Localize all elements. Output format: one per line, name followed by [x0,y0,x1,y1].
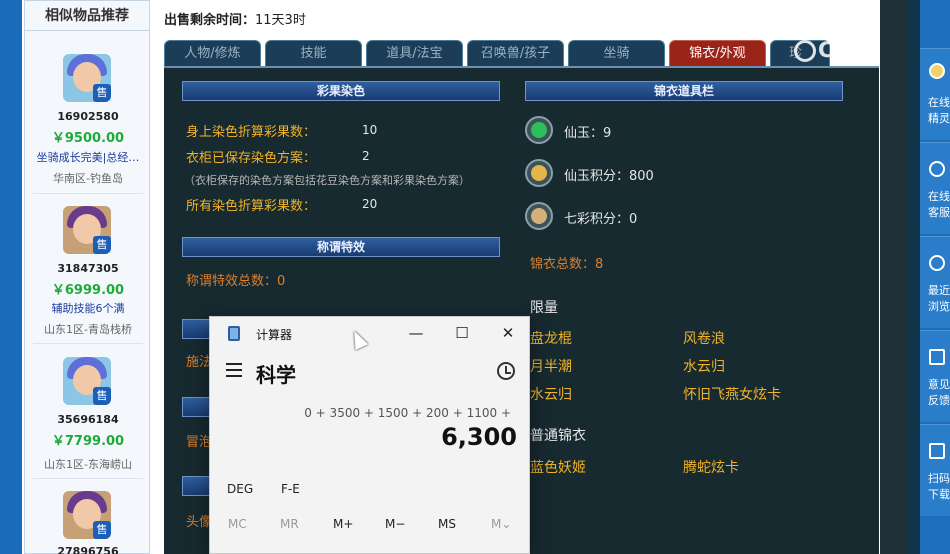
rainbow-points-icon [525,202,553,230]
sale-badge: 售 [93,521,111,539]
tab-skills[interactable]: 技能 [265,40,362,66]
dye-body-value: 10 [362,123,378,137]
item-server: 山东1区-东海崂山 [44,458,132,471]
costume-item: 蓝色妖姬 [530,460,586,476]
edit-icon [929,349,945,365]
divider [33,193,143,194]
online-service-button[interactable]: 在线客服 [920,142,950,234]
fe-button[interactable]: F-E [281,482,300,496]
costume-item: 月半潮 [530,359,572,375]
mc-button[interactable]: MC [228,517,247,531]
item-avatar[interactable]: 售 [63,357,111,405]
tab-bar: 人物/修炼 技能 道具/法宝 召唤兽/孩子 坐骑 锦衣/外观 珍 [164,40,904,66]
clock-icon [929,255,945,271]
calculator-window[interactable]: 计算器 — ☐ ✕ 科学 0 + 3500 + 1500 + 200 + 110… [209,316,530,554]
item-price: ￥6999.00 [51,283,125,298]
similar-items-title: 相似物品推荐 [25,1,149,31]
right-edge-strip [908,0,920,554]
online-fairy-button[interactable]: 在线精灵 [920,48,950,140]
costume-item: 水云归 [530,387,572,403]
dye-note: （衣柜保存的染色方案包括花豆染色方案和彩果染色方案） [184,174,470,187]
calculator-result: 6,300 [441,423,517,451]
minimize-button[interactable]: — [393,317,439,349]
tab-costume[interactable]: 锦衣/外观 [669,40,766,66]
headset-icon [929,161,945,177]
dye-wardrobe-label: 衣柜已保存染色方案： [186,151,317,166]
stream-watermark: CC直播 [794,34,891,64]
jade-icon [525,116,553,144]
scan-icon [929,443,945,459]
calculator-titlebar[interactable]: 计算器 — ☐ ✕ [210,317,529,349]
costume-bar-section-title: 锦衣道具栏 [525,81,843,101]
scan-download-button[interactable]: 扫码下载 [920,424,950,516]
item-desc-link[interactable]: 辅助技能6个满 [25,300,151,316]
similar-items-panel: 相似物品推荐 售 16902580 ￥9500.00 坐骑成长完美|总经… 华南… [24,0,150,554]
costume-item: 风卷浪 [683,331,725,347]
dye-wardrobe-value: 2 [362,149,370,163]
item-server: 华南区-钓鱼岛 [53,172,123,185]
normal-heading: 普通锦衣 [530,428,586,444]
item-avatar[interactable]: 售 [63,491,111,539]
tab-items[interactable]: 道具/法宝 [366,40,463,66]
jade-points-icon [525,159,553,187]
item-id: 35696184 [57,413,119,426]
calculator-title: 计算器 [256,328,293,342]
title-effects-count: 称谓特效总数：0 [186,274,286,289]
limited-heading: 限量 [530,300,558,316]
title-effects-section-title: 称谓特效 [182,237,500,257]
dye-total-label: 所有染色折算彩果数： [186,199,317,214]
sale-timer: 出售剩余时间：11天3时 [164,9,306,28]
timer-label: 出售剩余时间： [164,13,256,28]
costume-item: 怀旧飞燕女炫卡 [683,387,781,403]
fairy-icon [929,63,945,79]
costume-total: 锦衣总数：8 [530,257,604,272]
item-id: 27896756 [57,545,119,554]
history-icon[interactable] [497,362,515,380]
jade-amount: 仙玉：9 [564,126,612,141]
sale-badge: 售 [93,84,111,102]
ms-button[interactable]: MS [438,517,456,531]
sale-badge: 售 [93,236,111,254]
tab-character[interactable]: 人物/修炼 [164,40,261,66]
costume-item: 盘龙棍 [530,331,572,347]
item-desc-link[interactable]: 坐骑成长完美|总经… [25,149,151,165]
memory-list-button[interactable]: M⌄ [491,517,511,531]
jade-points-amount: 仙玉积分：800 [564,169,654,184]
dye-section-title: 彩果染色 [182,81,500,101]
timer-value: 11天3时 [255,13,306,28]
item-id: 16902580 [57,110,119,123]
divider [33,478,143,479]
sale-badge: 售 [93,387,111,405]
cc-logo-icon [794,40,816,62]
tab-mounts[interactable]: 坐骑 [568,40,665,66]
hamburger-menu-icon[interactable] [226,363,242,377]
item-price: ￥9500.00 [51,131,125,146]
item-price: ￥7799.00 [51,434,125,449]
recent-browse-button[interactable]: 最近浏览 [920,236,950,328]
calculator-mode-title: 科学 [256,363,296,387]
item-avatar[interactable]: 售 [63,206,111,254]
costume-item: 腾蛇炫卡 [683,460,739,476]
page-scroll-area [880,0,908,554]
m-plus-button[interactable]: M+ [333,517,353,531]
tab-pets[interactable]: 召唤兽/孩子 [467,40,564,66]
dye-body-label: 身上染色折算彩果数： [186,125,317,140]
calculator-expression: 0 + 3500 + 1500 + 200 + 1100 + [304,406,511,420]
dye-total-value: 20 [362,197,378,211]
m-minus-button[interactable]: M− [385,517,405,531]
divider [33,343,143,344]
left-edge-strip [0,0,22,554]
costume-item: 水云归 [683,359,725,375]
feedback-button[interactable]: 意见反馈 [920,330,950,422]
service-sidebar: 在线精灵 在线客服 最近浏览 意见反馈 扫码下载 [920,0,950,554]
item-id: 31847305 [57,262,119,275]
item-avatar[interactable]: 售 [63,54,111,102]
deg-button[interactable]: DEG [227,482,253,496]
maximize-button[interactable]: ☐ [439,317,485,349]
calculator-app-icon [228,326,240,341]
close-button[interactable]: ✕ [485,317,531,349]
item-server: 山东1区-青岛栈桥 [44,323,132,336]
mr-button[interactable]: MR [280,517,299,531]
rainbow-points-amount: 七彩积分：0 [564,212,638,227]
